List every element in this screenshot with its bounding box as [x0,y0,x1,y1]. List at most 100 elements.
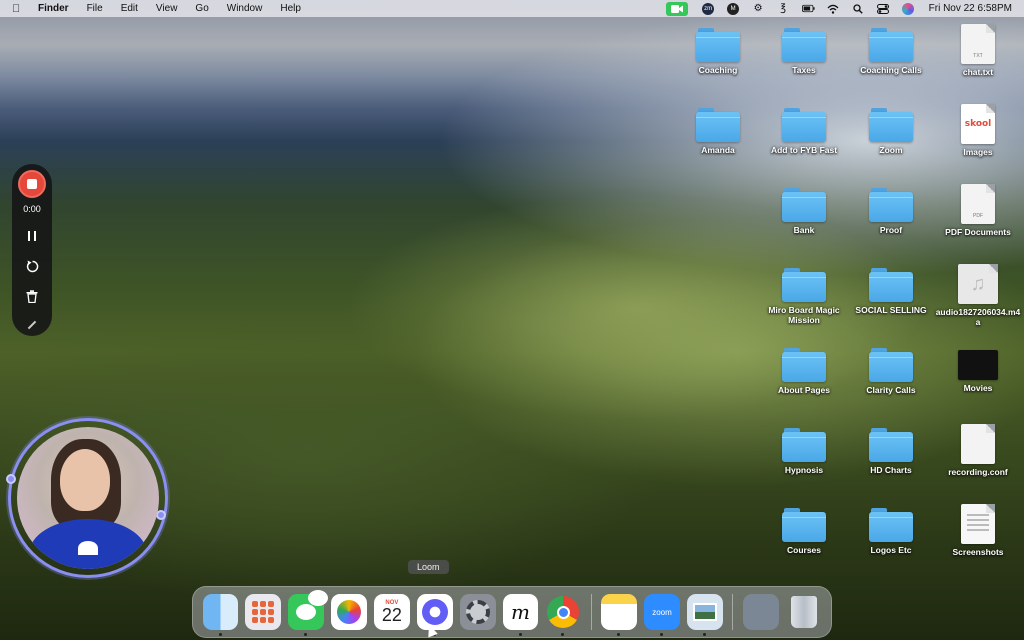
desktop-icon-label: Logos Etc [870,545,912,555]
menu-help[interactable]: Help [280,0,301,17]
camera-bubble[interactable] [17,427,159,569]
dock-trash[interactable] [786,594,822,630]
menu-app-name[interactable]: Finder [38,0,69,17]
desktop-icon-label: Zoom [879,145,903,155]
desktop-icon-label: Courses [786,545,821,555]
dock-separator [732,594,734,630]
dock-preview[interactable] [686,594,723,636]
dock-launchpad[interactable] [245,594,282,630]
desktop-folder-courses[interactable]: Courses [761,506,847,555]
desktop-folder-taxes[interactable]: Taxes [761,26,847,75]
m-status-icon[interactable]: M [727,2,740,15]
loom-icon [421,599,448,625]
dock-downloads-stack[interactable] [742,594,779,630]
camera-in-use-icon[interactable] [665,1,688,16]
desktop-folder-hd-charts[interactable]: HD Charts [848,426,934,475]
menu-window[interactable]: Window [227,0,263,17]
desktop-folder-proof[interactable]: Proof [848,186,934,235]
siri-icon[interactable] [902,2,915,15]
dock-chrome[interactable] [545,594,581,636]
menu-file[interactable]: File [87,0,103,17]
restart-button[interactable] [23,258,41,274]
control-center-icon[interactable] [877,3,890,15]
desktop-folder-clarity-calls[interactable]: Clarity Calls [848,346,934,395]
wifi-icon[interactable] [827,3,840,15]
desktop-icon-label: Amanda [701,145,735,155]
dock-miro[interactable]: m [502,594,539,636]
menu-bar:  Finder File Edit View Go Window Help z… [0,0,1024,17]
desktop-icon-label: Images [963,147,993,157]
draw-tool-icon[interactable] [27,320,37,330]
desktop-icon-label: Add to FYB Fast [770,145,838,155]
presenter-shirt [29,519,147,569]
desktop-file-images[interactable]: skool Images [935,104,1021,157]
desktop-file-recording-conf[interactable]: recording.conf [935,424,1021,477]
desktop-folder-coaching-calls[interactable]: Coaching Calls [848,26,934,75]
bubble-resize-handle[interactable] [6,474,16,484]
menu-go[interactable]: Go [195,0,208,17]
menu-edit[interactable]: Edit [121,0,138,17]
dock-photos[interactable] [331,594,367,630]
desktop-icon-label: Coaching Calls [860,65,922,75]
dock-finder[interactable] [202,594,239,636]
photos-icon [337,600,361,624]
desktop-icon-label: Miro Board Magic Mission [768,305,840,325]
music-note-icon: ♫ [958,264,998,304]
recording-timer: 0:00 [23,204,41,214]
dock-system-settings[interactable] [459,594,496,630]
desktop-file-movies[interactable]: Movies [935,344,1021,393]
folder-icon [782,28,826,62]
folder-icon [782,188,826,222]
desktop-icon-label: About Pages [778,385,830,395]
dock-loom[interactable] [416,594,453,636]
desktop-icon-label: SOCIAL SELLING [855,305,927,315]
desktop-folder-zoom[interactable]: Zoom [848,106,934,155]
gear-status-icon[interactable]: ⚙ [752,3,765,15]
folder-icon [869,508,913,542]
dock-separator [590,594,592,630]
chrome-icon [547,596,580,628]
desktop-stack-screenshots[interactable]: Screenshots [935,504,1021,557]
desktop-icon-label: Taxes [792,65,816,75]
folder-icon [696,108,740,142]
desktop-icon-label: recording.conf [948,467,1008,477]
menu-view[interactable]: View [156,0,178,17]
spotlight-icon[interactable] [852,3,865,15]
stop-recording-button[interactable] [18,170,46,198]
desktop-icon-label: Clarity Calls [866,385,916,395]
dock-zoom[interactable]: zoom [644,594,680,636]
image-file-icon: skool [961,104,995,144]
apple-menu-icon[interactable]:  [12,3,26,15]
desktop-folder-logos-etc[interactable]: Logos Etc [848,506,934,555]
dock-tooltip: Loom [408,560,449,574]
desktop-folder-hypnosis[interactable]: Hypnosis [761,426,847,475]
folder-icon [869,28,913,62]
dock-notes[interactable] [601,594,638,636]
pause-icon [28,231,36,241]
bluetooth-icon[interactable]: ℥ [777,3,790,15]
menu-clock[interactable]: Fri Nov 22 6:58PM [929,3,1012,14]
dock-messages[interactable]: 47 [288,590,329,636]
folder-icon [869,348,913,382]
desktop-icon-label: chat.txt [962,67,994,77]
restart-icon [26,260,38,272]
desktop-folder-coaching[interactable]: Coaching [675,26,761,75]
launchpad-icon [252,601,275,623]
pause-button[interactable] [23,228,41,244]
zoom-icon: zoom [652,607,672,617]
desktop-folder-social-selling[interactable]: SOCIAL SELLING [848,266,934,315]
desktop-folder-bank[interactable]: Bank [761,186,847,235]
miro-icon: m [510,600,530,624]
battery-icon[interactable] [801,3,815,15]
desktop-file-pdf-documents[interactable]: PDF PDF Documents [935,184,1021,237]
delete-button[interactable] [23,288,41,304]
desktop-file-chat-txt[interactable]: TXT chat.txt [935,24,1021,77]
desktop-file-audio[interactable]: ♫ audio1827206034.m4a [935,264,1021,327]
desktop-folder-add-to-fyb-fast[interactable]: Add to FYB Fast [761,106,847,155]
zoom-status-icon[interactable]: zm [702,2,715,15]
dock-calendar[interactable]: NOV 22 [373,594,410,630]
trash-can-icon [790,596,817,628]
desktop-folder-about-pages[interactable]: About Pages [761,346,847,395]
desktop-folder-amanda[interactable]: Amanda [675,106,761,155]
desktop-folder-miro-board-magic-mission[interactable]: Miro Board Magic Mission [761,266,847,325]
